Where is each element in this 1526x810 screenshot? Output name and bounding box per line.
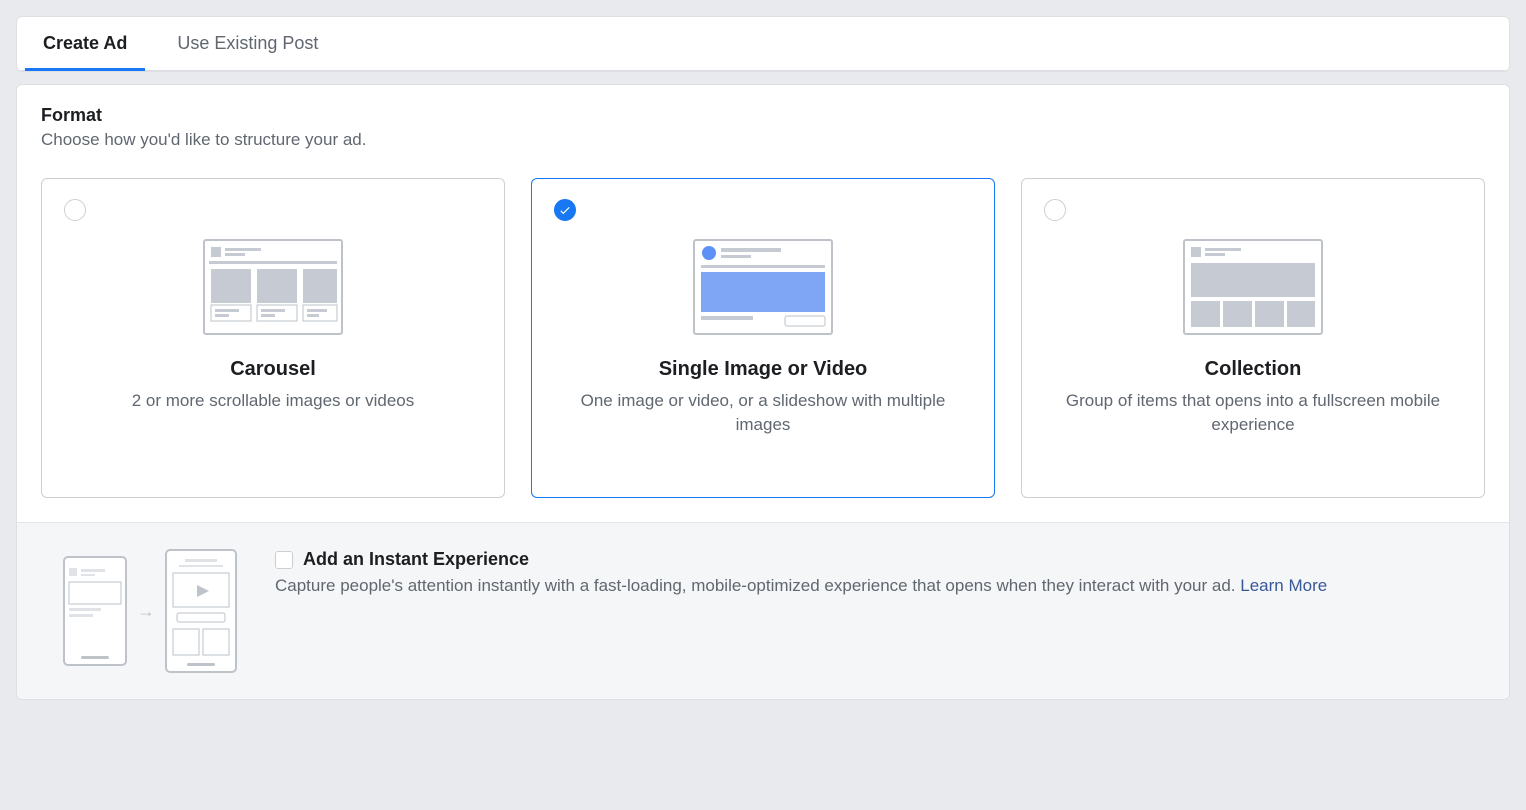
instant-experience: → Add an Instant Experience Capture peop…: [17, 522, 1509, 699]
format-title: Format: [41, 105, 1485, 126]
tab-create-ad[interactable]: Create Ad: [33, 17, 137, 70]
instant-experience-illustration: →: [63, 549, 237, 673]
single-image-illustration: [693, 239, 833, 340]
tabs: Create Ad Use Existing Post: [17, 17, 1509, 71]
format-options: Carousel 2 or more scrollable images or …: [41, 178, 1485, 498]
option-title: Collection: [1205, 358, 1302, 381]
check-icon: [558, 203, 572, 217]
format-subtitle: Choose how you'd like to structure your …: [41, 130, 1485, 150]
learn-more-link[interactable]: Learn More: [1240, 576, 1327, 595]
collection-illustration: [1183, 239, 1323, 340]
format-card: Format Choose how you'd like to structur…: [16, 84, 1510, 700]
tab-use-existing-post[interactable]: Use Existing Post: [167, 17, 328, 70]
option-desc: Group of items that opens into a fullscr…: [1063, 389, 1443, 437]
instant-experience-text: Add an Instant Experience Capture people…: [275, 549, 1463, 599]
option-single-image[interactable]: Single Image or Video One image or video…: [531, 178, 995, 498]
instant-experience-desc: Capture people's attention instantly wit…: [275, 574, 1463, 599]
tabs-card: Create Ad Use Existing Post: [16, 16, 1510, 72]
instant-experience-title: Add an Instant Experience: [303, 549, 529, 570]
option-title: Carousel: [230, 358, 316, 381]
option-carousel[interactable]: Carousel 2 or more scrollable images or …: [41, 178, 505, 498]
option-desc: One image or video, or a slideshow with …: [573, 389, 953, 437]
radio-single-image[interactable]: [554, 199, 576, 221]
arrow-icon: →: [137, 601, 155, 622]
instant-experience-checkbox[interactable]: [275, 551, 293, 569]
format-section: Format Choose how you'd like to structur…: [17, 85, 1509, 522]
radio-carousel[interactable]: [64, 199, 86, 221]
carousel-illustration: [203, 239, 343, 340]
radio-collection[interactable]: [1044, 199, 1066, 221]
option-title: Single Image or Video: [659, 358, 868, 381]
option-desc: 2 or more scrollable images or videos: [132, 389, 415, 413]
option-collection[interactable]: Collection Group of items that opens int…: [1021, 178, 1485, 498]
